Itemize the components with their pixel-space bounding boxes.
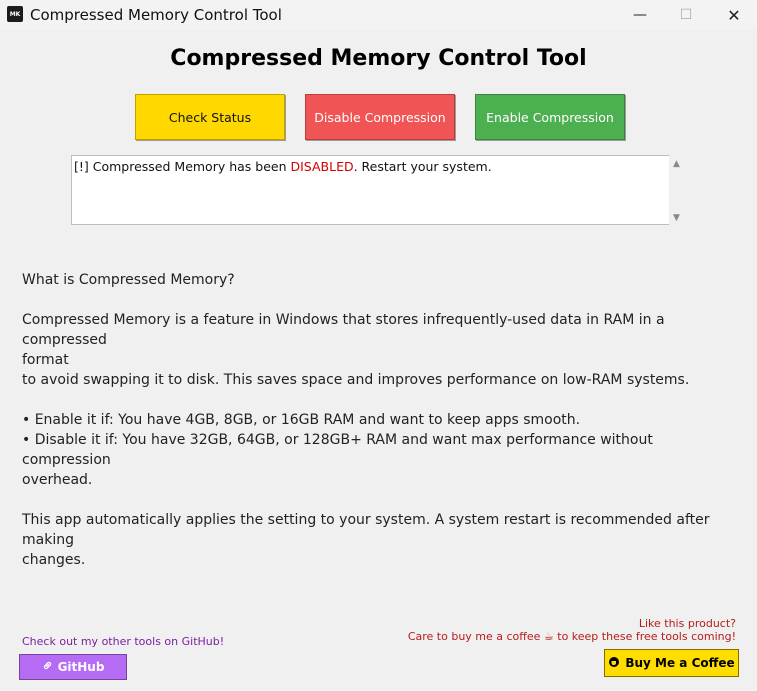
info-para1-line2: format — [22, 352, 69, 368]
github-caption: Check out my other tools on GitHub! — [22, 635, 225, 648]
link-icon — [42, 660, 53, 674]
minimize-button[interactable]: — — [617, 0, 663, 30]
info-para1-line1: Compressed Memory is a feature in Window… — [22, 312, 665, 348]
maximize-button[interactable]: ☐ — [663, 0, 709, 30]
check-status-button[interactable]: Check Status — [135, 94, 285, 140]
disable-compression-button[interactable]: Disable Compression — [305, 94, 455, 140]
coffee-button-label: Buy Me a Coffee — [625, 656, 735, 670]
github-button-label: GitHub — [57, 660, 105, 674]
info-heading: What is Compressed Memory? — [22, 272, 235, 288]
github-button[interactable]: GitHub — [19, 654, 127, 680]
info-bullet-disable-line1: • Disable it if: You have 32GB, 64GB, or… — [22, 432, 653, 468]
info-para3-line2: changes. — [22, 552, 86, 568]
page-title: Compressed Memory Control Tool — [170, 46, 587, 71]
buy-me-a-coffee-button[interactable]: Buy Me a Coffee — [604, 649, 739, 677]
like-prompt: Like this product? — [638, 617, 736, 630]
enable-compression-button[interactable]: Enable Compression — [475, 94, 625, 140]
info-section: What is Compressed Memory? Compressed Me… — [22, 270, 722, 570]
app-icon: MK — [7, 6, 23, 22]
status-prefix: [!] Compressed Memory has been — [74, 159, 291, 174]
coffee-icon — [608, 656, 620, 671]
status-suffix: . Restart your system. — [353, 159, 492, 174]
coffee-prompt: Care to buy me a coffee ☕ to keep these … — [407, 630, 736, 643]
info-bullet-enable: • Enable it if: You have 4GB, 8GB, or 16… — [22, 412, 581, 428]
status-log[interactable]: [!] Compressed Memory has been DISABLED.… — [71, 155, 669, 225]
scroll-up-icon[interactable]: ▲ — [673, 159, 680, 169]
window-title: Compressed Memory Control Tool — [30, 6, 282, 24]
info-para3-line1: This app automatically applies the setti… — [22, 512, 710, 548]
close-button[interactable]: ✕ — [711, 0, 757, 30]
info-para1-line3: to avoid swapping it to disk. This saves… — [22, 372, 690, 388]
title-bar: MK Compressed Memory Control Tool — ☐ ✕ — [0, 0, 757, 30]
status-state: DISABLED — [290, 159, 354, 174]
info-bullet-disable-line2: overhead. — [22, 472, 93, 488]
scroll-down-icon[interactable]: ▼ — [673, 213, 680, 223]
